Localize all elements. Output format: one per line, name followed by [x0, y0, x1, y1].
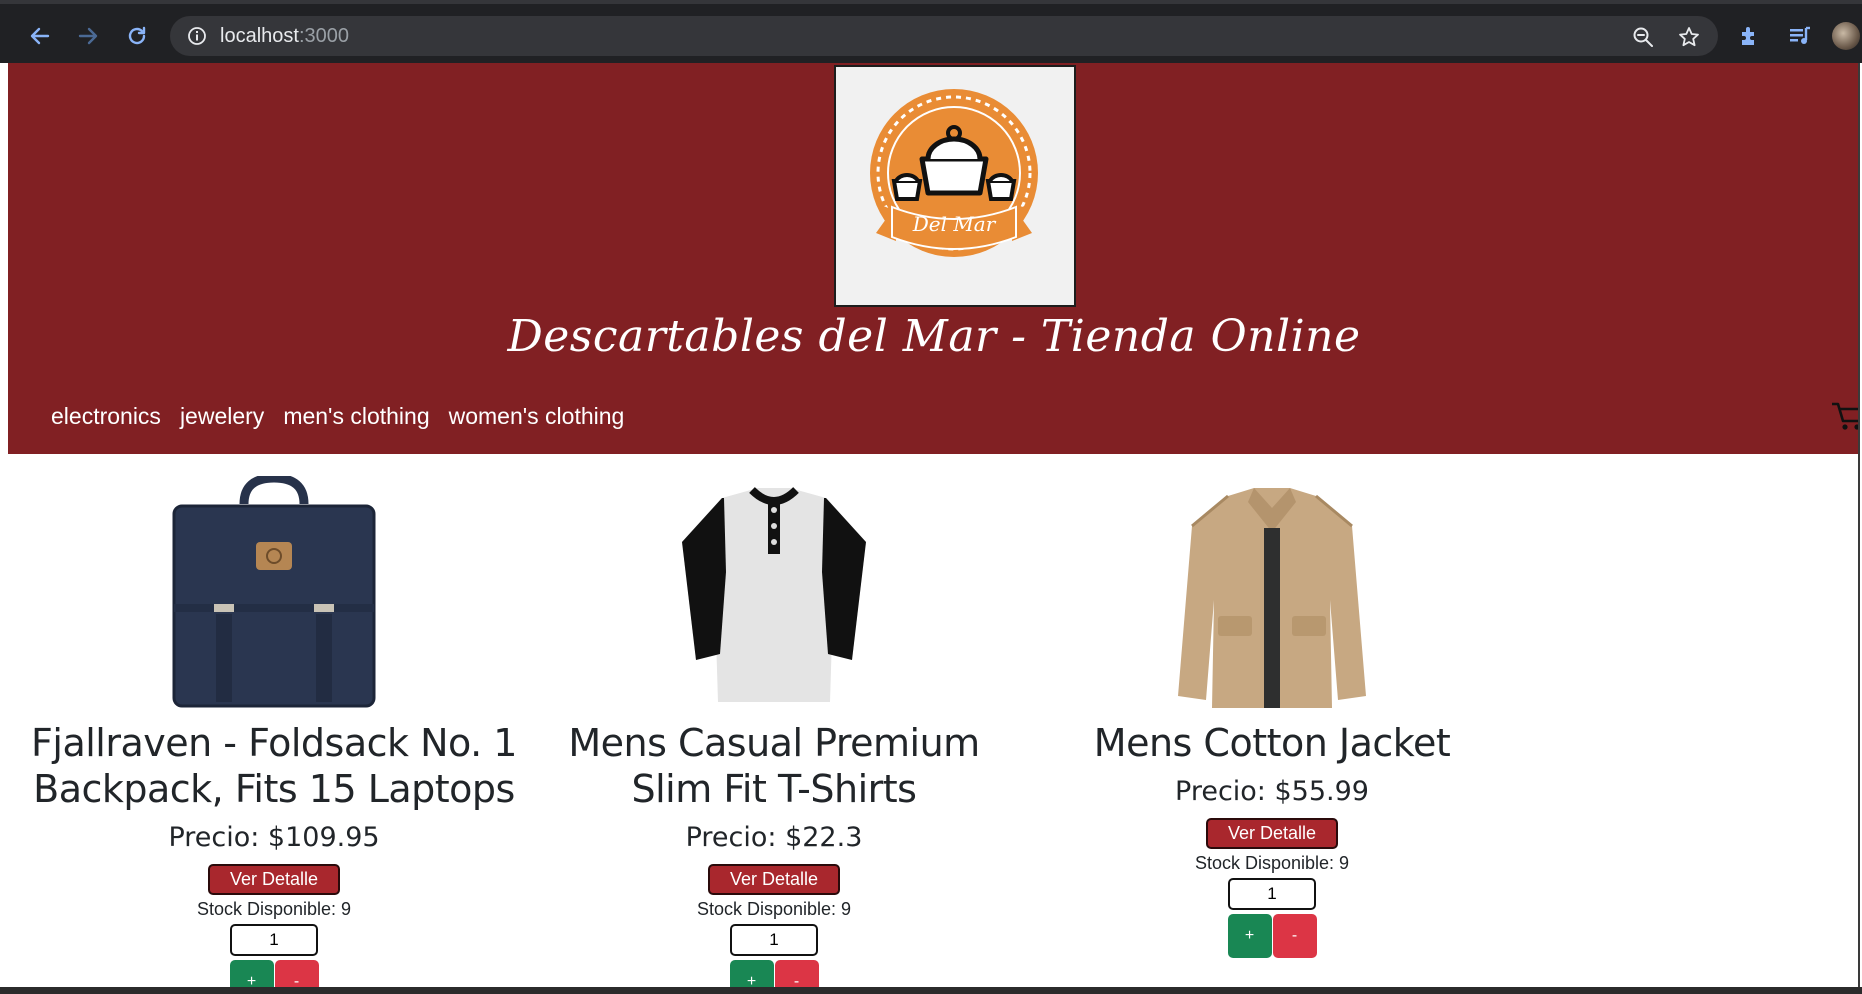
- logo-text: Del Mar: [912, 212, 997, 236]
- decrease-button[interactable]: -: [774, 960, 819, 990]
- increase-button[interactable]: +: [729, 960, 774, 990]
- product-price: Precio: $22.3: [685, 822, 863, 853]
- site-logo[interactable]: Del Mar: [834, 65, 1076, 307]
- url-text[interactable]: localhost:3000: [220, 25, 349, 48]
- cart-icon[interactable]: [1830, 399, 1860, 433]
- product-price: Precio: $55.99: [1175, 776, 1369, 807]
- quantity-stepper: + -: [1022, 914, 1522, 958]
- product-card: Mens Cotton Jacket Precio: $55.99 Ver De…: [1022, 476, 1522, 958]
- product-title[interactable]: Mens Cotton Jacket: [1022, 720, 1522, 766]
- increase-button[interactable]: +: [229, 960, 274, 990]
- browser-toolbar: localhost:3000: [0, 0, 1862, 63]
- decrease-button[interactable]: -: [1272, 914, 1317, 958]
- profile-avatar[interactable]: [1832, 22, 1860, 50]
- logo-image: Del Mar: [870, 89, 1038, 257]
- product-image-backpack[interactable]: [144, 473, 404, 716]
- url-host: localhost: [220, 25, 299, 47]
- product-card: Mens Casual Premium Slim Fit T-Shirts Pr…: [524, 476, 1024, 990]
- extensions-icon[interactable]: [1736, 22, 1764, 50]
- quantity-input[interactable]: [230, 924, 318, 956]
- product-title[interactable]: Fjallraven - Foldsack No. 1 Backpack, Fi…: [24, 720, 524, 812]
- product-title[interactable]: Mens Casual Premium Slim Fit T-Shirts: [524, 720, 1024, 812]
- stock-label: Stock Disponible: 9: [196, 899, 352, 919]
- quantity-stepper: + -: [524, 960, 1024, 990]
- nav-electronics[interactable]: electronics: [51, 403, 161, 430]
- window-bottom-edge: [0, 987, 1862, 994]
- product-image-tshirt[interactable]: [644, 476, 904, 716]
- quantity-stepper: + -: [24, 960, 524, 990]
- zoom-icon[interactable]: [1630, 24, 1656, 50]
- window-right-edge: [1858, 63, 1860, 994]
- view-detail-button[interactable]: Ver Detalle: [207, 864, 341, 895]
- view-detail-button[interactable]: Ver Detalle: [707, 864, 841, 895]
- page-viewport: Del Mar Descartables del Mar - Tienda On…: [8, 63, 1860, 990]
- forward-icon[interactable]: [72, 20, 104, 52]
- info-icon[interactable]: [187, 26, 207, 46]
- site-title: Descartables del Mar - Tienda Online: [507, 311, 1361, 362]
- view-detail-button[interactable]: Ver Detalle: [1205, 818, 1339, 849]
- reload-icon[interactable]: [121, 20, 153, 52]
- star-icon[interactable]: [1676, 24, 1702, 50]
- product-price: Precio: $109.95: [168, 822, 380, 853]
- site-header: Del Mar Descartables del Mar - Tienda On…: [8, 63, 1860, 454]
- nav-jewelery[interactable]: jewelery: [180, 403, 264, 430]
- decrease-button[interactable]: -: [274, 960, 319, 990]
- url-port: :3000: [298, 25, 349, 47]
- quantity-input[interactable]: [730, 924, 818, 956]
- nav-womens-clothing[interactable]: women's clothing: [449, 403, 625, 430]
- category-nav: electronics jewelery men's clothing wome…: [51, 403, 624, 430]
- product-image-jacket[interactable]: [1142, 476, 1402, 716]
- quantity-input[interactable]: [1228, 878, 1316, 910]
- media-icon[interactable]: [1786, 22, 1814, 50]
- nav-mens-clothing[interactable]: men's clothing: [283, 403, 429, 430]
- stock-label: Stock Disponible: 9: [696, 899, 852, 919]
- product-card: Fjallraven - Foldsack No. 1 Backpack, Fi…: [24, 473, 524, 990]
- increase-button[interactable]: +: [1227, 914, 1272, 958]
- address-bar[interactable]: localhost:3000: [170, 16, 1718, 56]
- stock-label: Stock Disponible: 9: [1194, 853, 1350, 873]
- back-icon[interactable]: [24, 20, 56, 52]
